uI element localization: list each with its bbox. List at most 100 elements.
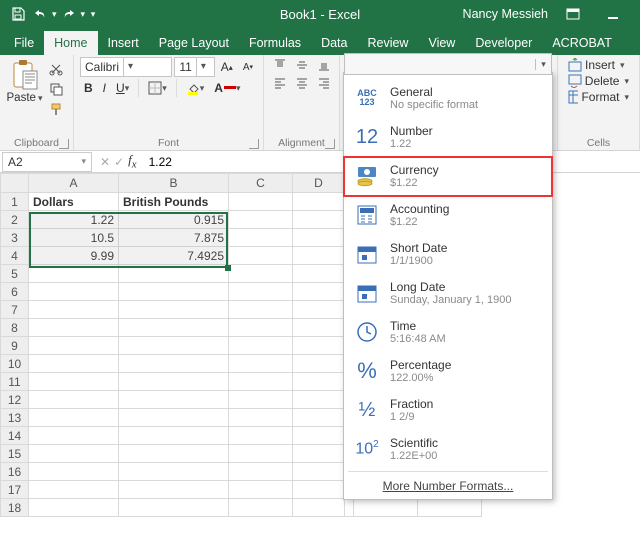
cell[interactable] [229, 373, 293, 391]
number-format-time[interactable]: Time5:16:48 AM [344, 313, 552, 352]
cell[interactable] [229, 247, 293, 265]
tab-insert[interactable]: Insert [98, 31, 149, 55]
clipboard-dialog[interactable] [59, 139, 69, 149]
align-right-icon[interactable] [314, 75, 334, 91]
row-header-11[interactable]: 11 [1, 373, 29, 391]
cell[interactable] [29, 463, 119, 481]
cell[interactable] [293, 337, 345, 355]
cell[interactable] [119, 481, 229, 499]
cell[interactable]: 7.875 [119, 229, 229, 247]
row-header-8[interactable]: 8 [1, 319, 29, 337]
align-center-icon[interactable] [292, 75, 312, 91]
cell[interactable]: 1.22 [29, 211, 119, 229]
cell[interactable] [29, 355, 119, 373]
row-header-17[interactable]: 17 [1, 481, 29, 499]
cell[interactable] [119, 301, 229, 319]
cell[interactable] [229, 301, 293, 319]
cell[interactable] [293, 211, 345, 229]
cell[interactable] [229, 283, 293, 301]
cell[interactable] [293, 463, 345, 481]
more-number-formats[interactable]: More Number Formats... [344, 474, 552, 495]
row-header-16[interactable]: 16 [1, 463, 29, 481]
row-header-10[interactable]: 10 [1, 355, 29, 373]
number-format-number[interactable]: 12Number1.22 [344, 118, 552, 157]
cell[interactable] [29, 391, 119, 409]
cell[interactable] [293, 229, 345, 247]
cell[interactable] [29, 265, 119, 283]
tab-page-layout[interactable]: Page Layout [149, 31, 239, 55]
row-header-1[interactable]: 1 [1, 193, 29, 211]
tab-data[interactable]: Data [311, 31, 357, 55]
tab-acrobat[interactable]: ACROBAT [542, 31, 622, 55]
bold-button[interactable]: B [80, 79, 97, 97]
row-header-18[interactable]: 18 [1, 499, 29, 517]
cell[interactable]: British Pounds [119, 193, 229, 211]
font-size-combo[interactable]: 11▾ [174, 57, 214, 77]
cell[interactable] [29, 409, 119, 427]
cut-icon[interactable] [45, 60, 67, 78]
tab-developer[interactable]: Developer [465, 31, 542, 55]
undo-dd[interactable]: ▾ [52, 9, 57, 20]
cell[interactable] [119, 427, 229, 445]
copy-icon[interactable] [45, 80, 67, 98]
row-header-13[interactable]: 13 [1, 409, 29, 427]
cell[interactable]: 9.99 [29, 247, 119, 265]
cell[interactable] [119, 319, 229, 337]
fill-color-icon[interactable]: ▾ [182, 79, 209, 97]
format-painter-icon[interactable] [45, 100, 67, 118]
row-header-7[interactable]: 7 [1, 301, 29, 319]
user-name[interactable]: Nancy Messieh [463, 7, 548, 21]
select-all-corner[interactable] [1, 174, 29, 193]
redo-dd[interactable]: ▾ [81, 9, 86, 20]
undo-icon[interactable] [30, 4, 50, 24]
cell[interactable] [229, 265, 293, 283]
underline-button[interactable]: U ▾ [112, 79, 133, 97]
number-format-currency[interactable]: Currency$1.22 [344, 157, 552, 196]
grow-font-icon[interactable]: A▴ [217, 58, 237, 76]
cell[interactable] [119, 337, 229, 355]
cell[interactable] [293, 427, 345, 445]
cell[interactable] [293, 391, 345, 409]
cell[interactable] [29, 445, 119, 463]
cell[interactable] [119, 499, 229, 517]
cell[interactable] [229, 427, 293, 445]
cell[interactable] [229, 481, 293, 499]
font-name-combo[interactable]: Calibri▾ [80, 57, 172, 77]
number-format-dd-icon[interactable]: ▾ [535, 59, 551, 70]
col-header-A[interactable]: A [29, 174, 119, 193]
number-format-percentage[interactable]: %Percentage122.00% [344, 352, 552, 391]
cell[interactable] [229, 337, 293, 355]
number-format-short-date[interactable]: Short Date1/1/1900 [344, 235, 552, 274]
borders-icon[interactable]: ▾ [144, 79, 171, 97]
name-box[interactable]: A2▾ [2, 152, 92, 172]
number-format-fraction[interactable]: ½Fraction1 2/9 [344, 391, 552, 430]
insert-cells-button[interactable]: Insert▾ [564, 57, 633, 73]
cell[interactable] [293, 409, 345, 427]
cell[interactable] [229, 391, 293, 409]
cell[interactable] [293, 193, 345, 211]
row-header-6[interactable]: 6 [1, 283, 29, 301]
cell[interactable] [354, 499, 418, 517]
italic-button[interactable]: I [99, 79, 110, 97]
cell[interactable] [293, 247, 345, 265]
redo-icon[interactable] [59, 4, 79, 24]
row-header-14[interactable]: 14 [1, 427, 29, 445]
row-header-15[interactable]: 15 [1, 445, 29, 463]
cell[interactable] [229, 355, 293, 373]
cell[interactable]: 7.4925 [119, 247, 229, 265]
delete-cells-button[interactable]: Delete▾ [564, 73, 633, 89]
align-left-icon[interactable] [270, 75, 290, 91]
tab-review[interactable]: Review [357, 31, 418, 55]
save-icon[interactable] [8, 4, 28, 24]
cell[interactable] [229, 319, 293, 337]
cell[interactable] [29, 499, 119, 517]
ribbon-display-options-icon[interactable] [558, 0, 588, 28]
font-dialog[interactable] [249, 139, 259, 149]
cell[interactable] [119, 355, 229, 373]
cell[interactable] [119, 283, 229, 301]
align-middle-icon[interactable] [292, 57, 312, 73]
format-cells-button[interactable]: Format▾ [564, 89, 633, 105]
number-format-combo[interactable]: ▾ [344, 53, 552, 75]
number-format-scientific[interactable]: 102Scientific1.22E+00 [344, 430, 552, 469]
fx-icon[interactable]: fx [128, 152, 136, 171]
